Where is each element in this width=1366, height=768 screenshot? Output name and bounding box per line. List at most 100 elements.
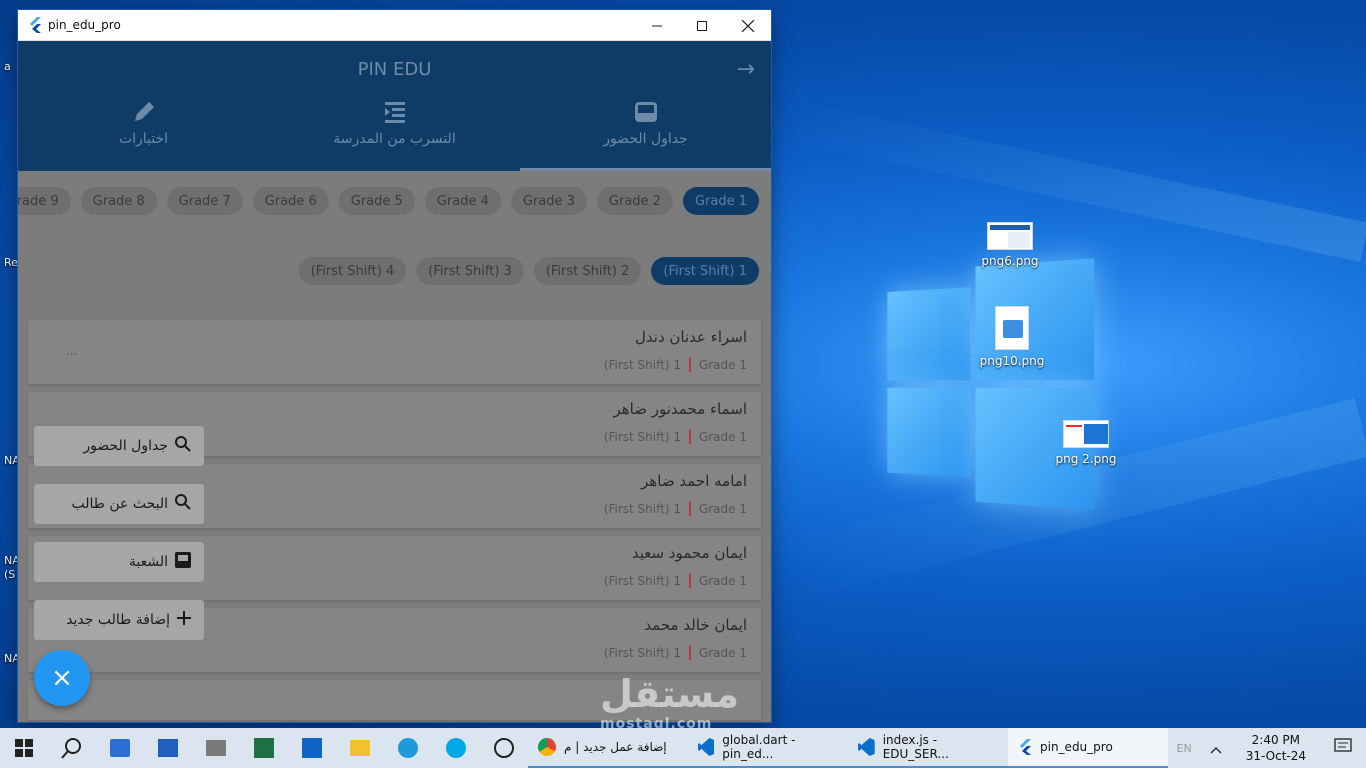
excel-taskbar-icon[interactable] bbox=[240, 728, 288, 768]
student-name: ايمان خالد محمد bbox=[644, 616, 747, 634]
grade-chip[interactable]: Grade 3 bbox=[510, 187, 587, 215]
minimize-button[interactable] bbox=[634, 10, 680, 41]
whatsapp-taskbar-icon[interactable] bbox=[480, 728, 528, 768]
search-icon bbox=[174, 493, 192, 515]
fab-menu-attendance[interactable]: جداول الحضور bbox=[34, 426, 204, 466]
desktop-icon-label: png 2.png bbox=[1055, 452, 1117, 466]
more-dots[interactable]: ... bbox=[66, 344, 77, 358]
skype-taskbar-icon[interactable] bbox=[432, 728, 480, 768]
tool-taskbar-icon[interactable] bbox=[144, 728, 192, 768]
grade-chip[interactable]: Grade 6 bbox=[252, 187, 329, 215]
vscode-icon bbox=[858, 738, 875, 756]
chrome-icon bbox=[538, 738, 556, 756]
shift-filter-row: (First Shift) 1 (First Shift) 2 (First S… bbox=[18, 257, 771, 285]
clock-time: 2:40 PM bbox=[1251, 733, 1301, 747]
search-icon bbox=[61, 738, 81, 759]
shift-chip[interactable]: (First Shift) 3 bbox=[416, 257, 524, 285]
notification-icon[interactable] bbox=[1320, 738, 1366, 758]
explorer-taskbar-icon[interactable] bbox=[336, 728, 384, 768]
fab-menu-add-student[interactable]: إضافة طالب جديد bbox=[34, 600, 204, 640]
grade-chip[interactable]: rade 9 bbox=[18, 187, 71, 215]
taskbar-app-flutter[interactable]: pin_edu_pro bbox=[1008, 728, 1168, 768]
student-name: اسراء عدنان دندل bbox=[635, 328, 747, 346]
grade-chip[interactable]: Grade 4 bbox=[424, 187, 501, 215]
printer-taskbar-icon[interactable] bbox=[192, 728, 240, 768]
student-shift: (First Shift) 1 bbox=[603, 430, 681, 444]
search-button[interactable] bbox=[48, 728, 96, 768]
inbox-icon bbox=[174, 551, 192, 573]
store-taskbar-icon[interactable] bbox=[96, 728, 144, 768]
outlook-taskbar-icon[interactable] bbox=[288, 728, 336, 768]
skype-icon bbox=[446, 738, 466, 758]
student-meta: (First Shift) 1 Grade 1 bbox=[604, 502, 747, 516]
watermark-text: مستقل bbox=[600, 672, 739, 716]
student-grade: Grade 1 bbox=[698, 574, 747, 588]
close-icon bbox=[742, 19, 754, 32]
edge-taskbar-icon[interactable] bbox=[384, 728, 432, 768]
desktop-icon-png2[interactable]: png 2.png bbox=[1046, 420, 1126, 466]
fab-menu-label: البحث عن طالب bbox=[71, 496, 169, 512]
left-edge-label[interactable]: Re bbox=[4, 256, 18, 269]
tab-bar: اختبارات التسرب من المدرسة جداول الحضور bbox=[18, 91, 771, 171]
fab-close-button[interactable]: × bbox=[34, 650, 90, 706]
maximize-button[interactable] bbox=[679, 10, 725, 41]
grade-chip[interactable]: Grade 8 bbox=[80, 187, 157, 215]
taskbar-app-label: pin_edu_pro bbox=[1040, 740, 1113, 754]
watermark: مستقل mostaql.com bbox=[600, 672, 739, 732]
fab-menu-section[interactable]: الشعبة bbox=[34, 542, 204, 582]
edit-tool-icon bbox=[158, 739, 178, 757]
language-indicator[interactable]: EN bbox=[1169, 742, 1200, 755]
window-title: pin_edu_pro bbox=[48, 18, 121, 32]
minimize-icon bbox=[652, 25, 662, 26]
taskbar-app-vscode-1[interactable]: global.dart - pin_ed... bbox=[688, 728, 848, 768]
divider bbox=[688, 430, 691, 444]
taskbar-app-label: index.js - EDU_SER... bbox=[882, 733, 949, 761]
window-titlebar[interactable]: pin_edu_pro bbox=[18, 10, 771, 41]
student-shift: (First Shift) 1 bbox=[603, 574, 681, 588]
start-button[interactable] bbox=[0, 728, 48, 768]
shift-chip[interactable]: (First Shift) 1 bbox=[651, 257, 759, 285]
desktop-icon-png6[interactable]: png6.png bbox=[970, 222, 1050, 268]
taskbar-app-vscode-2[interactable]: index.js - EDU_SER... bbox=[848, 728, 1008, 768]
excel-icon bbox=[254, 738, 274, 758]
left-edge-label[interactable]: a bbox=[4, 60, 11, 73]
image-file-icon bbox=[1063, 420, 1109, 448]
tab-quizzes[interactable]: اختبارات bbox=[18, 91, 269, 171]
student-card[interactable]: اسراء عدنان دندل (First Shift) 1 Grade 1… bbox=[28, 320, 761, 384]
image-file-icon bbox=[987, 222, 1033, 250]
outlook-icon bbox=[302, 738, 322, 758]
tab-label: جداول الحضور bbox=[603, 131, 688, 147]
student-grade: Grade 1 bbox=[698, 430, 747, 444]
clock-date: 31-Oct-24 bbox=[1245, 749, 1306, 763]
system-tray: EN 2:40 PM 31-Oct-24 bbox=[1169, 728, 1366, 768]
shift-chip[interactable]: (First Shift) 4 bbox=[298, 257, 407, 285]
grade-chip[interactable]: Grade 1 bbox=[682, 187, 759, 215]
tab-dropout[interactable]: التسرب من المدرسة bbox=[269, 91, 520, 171]
divider bbox=[688, 646, 691, 660]
grade-chip[interactable]: Grade 5 bbox=[338, 187, 415, 215]
plus-icon bbox=[176, 610, 192, 630]
student-meta: (First Shift) 1 Grade 1 bbox=[604, 358, 747, 372]
chevron-up-icon[interactable] bbox=[1200, 739, 1232, 758]
clock[interactable]: 2:40 PM 31-Oct-24 bbox=[1232, 732, 1320, 764]
tab-attendance[interactable]: جداول الحضور bbox=[520, 91, 771, 171]
app-title: PIN EDU bbox=[357, 59, 432, 80]
left-edge-label[interactable]: (S bbox=[4, 568, 15, 581]
desktop-icon-png10[interactable]: png10.png bbox=[972, 306, 1052, 368]
student-meta: (First Shift) 1 Grade 1 bbox=[604, 574, 747, 588]
shift-chip[interactable]: (First Shift) 2 bbox=[533, 257, 642, 285]
grade-chip[interactable]: Grade 7 bbox=[166, 187, 243, 215]
taskbar-app-chrome[interactable]: إضافة عمل جديد | م bbox=[528, 728, 688, 768]
grade-chip[interactable]: Grade 2 bbox=[596, 187, 673, 215]
student-name: اسماء محمدنور ضاهر bbox=[613, 400, 748, 418]
taskbar: إضافة عمل جديد | م global.dart - pin_ed.… bbox=[0, 728, 1366, 768]
pencil-icon bbox=[18, 99, 269, 131]
back-arrow-icon[interactable]: → bbox=[737, 57, 755, 82]
app-bar: PIN EDU → اختبارات التسرب من المدرسة جدا… bbox=[18, 41, 771, 171]
close-button[interactable] bbox=[725, 10, 771, 41]
fab-menu-search-student[interactable]: البحث عن طالب bbox=[34, 484, 204, 524]
whatsapp-icon bbox=[494, 738, 514, 758]
student-meta: (First Shift) 1 Grade 1 bbox=[604, 646, 747, 660]
close-icon: × bbox=[51, 663, 73, 693]
student-name: امامه احمد ضاهر bbox=[641, 472, 747, 490]
